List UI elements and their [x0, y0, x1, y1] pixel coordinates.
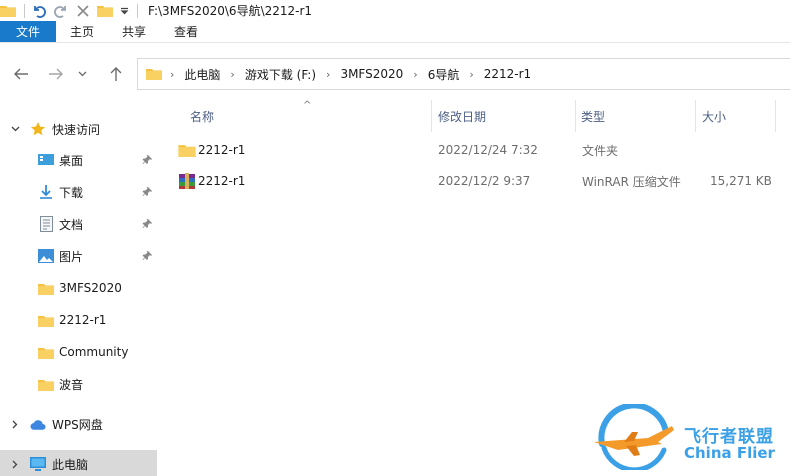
pin-icon[interactable] [142, 154, 152, 168]
sort-ascending-icon: ^ [303, 100, 312, 111]
breadcrumb-3mfs2020[interactable]: 3MFS2020 [340, 67, 403, 81]
table-row[interactable]: 2212-r1 2022/12/2 9:37 WinRAR 压缩文件 15,27… [176, 168, 790, 194]
back-arrow-icon[interactable] [10, 63, 32, 85]
customize-toolbar-chevron-down-icon[interactable] [119, 3, 129, 19]
column-header-type[interactable]: 类型 [581, 100, 605, 132]
undo-icon[interactable] [31, 3, 47, 19]
pin-icon[interactable] [142, 218, 152, 232]
pin-icon[interactable] [142, 186, 152, 200]
desktop-icon [38, 152, 54, 168]
navigation-pane: 快速访问 桌面 下载 文档 图片 3MFS2020 2212-r1 Commun… [0, 100, 157, 476]
column-header-date[interactable]: 修改日期 [438, 100, 486, 132]
forward-arrow-icon[interactable] [45, 63, 67, 85]
file-name: 2212-r1 [198, 174, 246, 188]
delete-icon[interactable] [75, 3, 91, 19]
breadcrumb-this-pc[interactable]: 此电脑 [184, 66, 220, 83]
pin-icon[interactable] [142, 250, 152, 264]
breadcrumb-drive-f[interactable]: 游戏下载 (F:) [245, 66, 316, 83]
column-divider[interactable] [695, 100, 696, 132]
recent-locations-chevron-down-icon[interactable] [75, 63, 89, 85]
tab-share[interactable]: 共享 [108, 21, 160, 42]
column-header-name[interactable]: 名称 [190, 100, 214, 132]
column-divider[interactable] [575, 100, 576, 132]
picture-icon [38, 248, 54, 264]
chevron-right-icon[interactable] [10, 459, 20, 469]
column-divider[interactable] [775, 100, 776, 132]
sidebar-item-boeing[interactable]: 波音 [0, 370, 157, 398]
tab-view[interactable]: 查看 [160, 21, 212, 42]
sidebar-item-label: 此电脑 [52, 457, 89, 472]
file-date: 2022/12/24 7:32 [438, 143, 538, 157]
sidebar-item-this-pc[interactable]: 此电脑 [0, 450, 157, 476]
up-arrow-icon[interactable] [105, 63, 127, 85]
sidebar-item-label: 波音 [59, 377, 84, 392]
breadcrumb-chevron-icon[interactable]: › [413, 68, 417, 81]
file-size: 15,271 KB [710, 174, 772, 188]
folder-icon [178, 137, 196, 163]
sidebar-item-label: WPS网盘 [52, 417, 103, 432]
sidebar-item-quick-access[interactable]: 快速访问 [0, 115, 157, 143]
folder-icon [38, 377, 54, 393]
sidebar-item-documents[interactable]: 文档 [0, 210, 157, 238]
star-icon [30, 121, 46, 137]
sidebar-item-desktop[interactable]: 桌面 [0, 146, 157, 174]
title-bar: F:\3MFS2020\6导航\2212-r1 [0, 0, 790, 21]
address-bar[interactable]: › 此电脑 › 游戏下载 (F:) › 3MFS2020 › 6导航 › 221… [137, 58, 790, 90]
column-divider[interactable] [431, 100, 432, 132]
breadcrumb-chevron-icon[interactable]: › [230, 68, 234, 81]
column-header-size[interactable]: 大小 [702, 100, 726, 132]
sidebar-item-label: 2212-r1 [59, 313, 107, 327]
breadcrumb-6navigation[interactable]: 6导航 [428, 66, 460, 83]
computer-icon [30, 456, 46, 472]
document-icon [38, 216, 54, 232]
watermark-text: China Flier [684, 444, 775, 462]
quick-access-toolbar [0, 0, 144, 21]
winrar-archive-icon [178, 168, 196, 194]
watermark-logo: 飞行者联盟 China Flier [588, 402, 788, 472]
folder-icon [146, 67, 162, 81]
file-type: 文件夹 [582, 143, 619, 158]
breadcrumb-chevron-icon[interactable]: › [469, 68, 473, 81]
redo-icon[interactable] [53, 3, 69, 19]
file-date: 2022/12/2 9:37 [438, 174, 531, 188]
tab-file[interactable]: 文件 [0, 21, 56, 42]
breadcrumb-chevron-icon[interactable]: › [326, 68, 330, 81]
folder-icon [38, 345, 54, 361]
chevron-down-icon[interactable] [10, 124, 20, 134]
sidebar-item-label: 3MFS2020 [59, 281, 122, 295]
folder-icon [0, 3, 16, 19]
file-type: WinRAR 压缩文件 [582, 174, 681, 189]
airplane-logo-icon [594, 404, 674, 470]
ribbon-tabs: 文件 主页 共享 查看 [0, 21, 790, 43]
sidebar-item-label: 下载 [59, 185, 84, 200]
sidebar-item-community[interactable]: Community [0, 338, 157, 366]
new-folder-icon[interactable] [97, 3, 113, 19]
folder-icon [38, 281, 54, 297]
sidebar-item-label: 快速访问 [52, 122, 101, 137]
sidebar-item-label: 桌面 [59, 153, 84, 168]
tab-home[interactable]: 主页 [56, 21, 108, 42]
sidebar-item-label: 图片 [59, 249, 84, 264]
file-name: 2212-r1 [198, 143, 246, 157]
navigation-bar: › 此电脑 › 游戏下载 (F:) › 3MFS2020 › 6导航 › 221… [0, 56, 790, 92]
sidebar-item-pictures[interactable]: 图片 [0, 242, 157, 270]
sidebar-item-2212-r1[interactable]: 2212-r1 [0, 306, 157, 334]
sidebar-item-label: Community [59, 345, 129, 359]
window-title: F:\3MFS2020\6导航\2212-r1 [148, 4, 313, 18]
folder-icon [38, 313, 54, 329]
sidebar-item-downloads[interactable]: 下载 [0, 178, 157, 206]
chevron-right-icon[interactable] [10, 419, 20, 429]
toolbar-divider [24, 3, 25, 18]
toolbar-divider [137, 3, 138, 18]
breadcrumb-2212-r1[interactable]: 2212-r1 [484, 67, 531, 81]
breadcrumb-chevron-icon[interactable]: › [170, 68, 174, 81]
cloud-icon [30, 417, 46, 433]
sidebar-item-label: 文档 [59, 217, 84, 232]
download-icon [38, 184, 54, 200]
table-row[interactable]: 2212-r1 2022/12/24 7:32 文件夹 [176, 137, 790, 163]
sidebar-item-3mfs2020[interactable]: 3MFS2020 [0, 274, 157, 302]
sidebar-item-wps-cloud[interactable]: WPS网盘 [0, 410, 157, 438]
